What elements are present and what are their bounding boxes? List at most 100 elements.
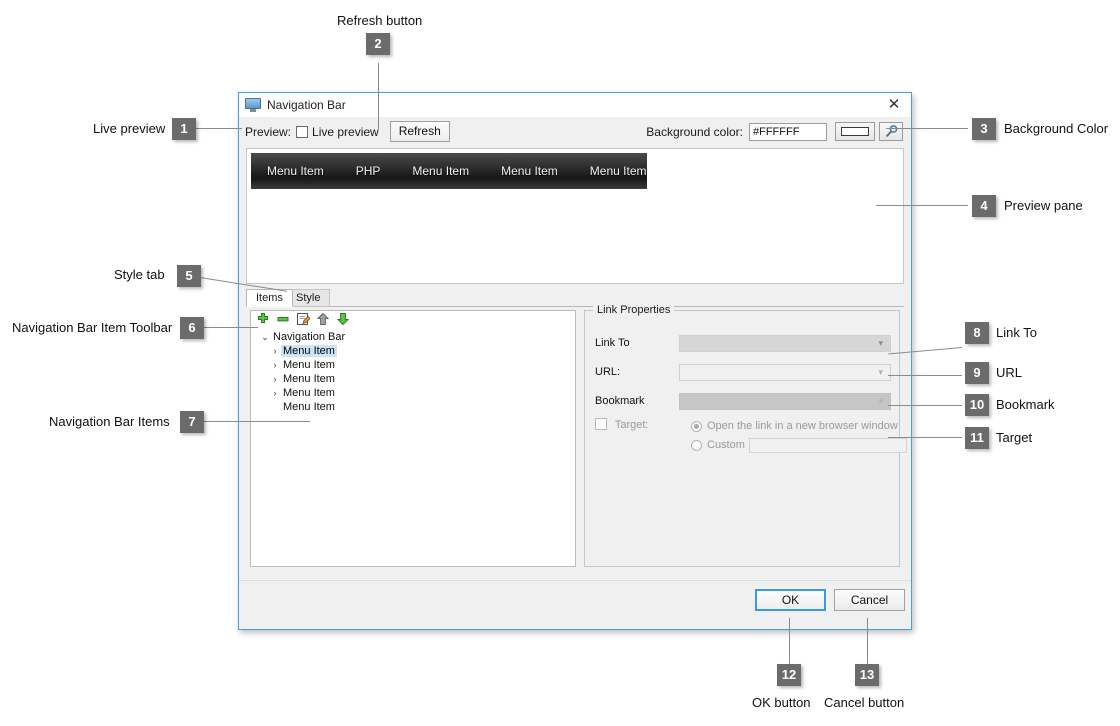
callout-label-11: Target	[996, 430, 1033, 445]
navigation-bar-item-toolbar	[250, 310, 576, 327]
callout-label-8: Link To	[996, 325, 1037, 340]
callout-label-9: URL	[996, 365, 1023, 380]
callout-badge-9: 9	[965, 362, 989, 384]
move-down-icon[interactable]	[336, 312, 350, 326]
background-color-input[interactable]	[749, 122, 827, 141]
items-panel: ⌄ Navigation Bar › Menu Item › Menu Item…	[250, 310, 576, 567]
cancel-button[interactable]: Cancel	[834, 589, 905, 611]
preview-label: Preview:	[245, 124, 292, 139]
callout-label-12: OK button	[752, 695, 811, 710]
tree-row-root[interactable]: ⌄ Navigation Bar	[251, 330, 575, 344]
preview-menu-item: Menu Item	[267, 164, 324, 178]
dialog-title: Navigation Bar	[267, 98, 346, 112]
edit-icon[interactable]	[296, 312, 311, 326]
chevron-right-icon[interactable]: ›	[269, 374, 281, 384]
navigation-bar-items-tree[interactable]: ⌄ Navigation Bar › Menu Item › Menu Item…	[250, 326, 576, 567]
callout-badge-13: 13	[855, 664, 879, 686]
tree-row[interactable]: › Menu Item	[251, 372, 575, 386]
eyedropper-icon[interactable]	[879, 122, 903, 141]
callout-badge-4: 4	[972, 195, 996, 217]
callout-badge-6: 6	[180, 317, 204, 339]
refresh-button[interactable]: Refresh	[389, 121, 450, 142]
target-new-window-option[interactable]: Open the link in a new browser window	[691, 418, 907, 434]
chevron-right-icon[interactable]: ›	[269, 360, 281, 370]
live-preview-checkbox[interactable]	[296, 125, 309, 138]
bookmark-label: Bookmark	[595, 395, 645, 407]
radio-custom[interactable]	[691, 439, 702, 451]
link-to-row: Link To ▾	[595, 333, 891, 353]
callout-line-7	[204, 421, 310, 422]
navigation-bar-dialog: Navigation Bar ✕ Preview: Live preview R…	[238, 92, 912, 630]
radio-new-window[interactable]	[691, 420, 702, 432]
tree-item-label: Menu Item	[283, 387, 335, 399]
preview-menu-item: Menu Item	[501, 164, 558, 178]
close-icon[interactable]: ✕	[877, 93, 911, 116]
ok-button[interactable]: OK	[755, 589, 826, 611]
url-combobox[interactable]: ▾	[679, 363, 891, 381]
callout-badge-1: 1	[172, 118, 196, 140]
callout-label-7: Navigation Bar Items	[49, 414, 170, 429]
add-icon[interactable]	[256, 312, 270, 326]
live-preview-label: Live preview	[312, 124, 379, 139]
link-properties-title: Link Properties	[593, 304, 675, 316]
link-properties-group: Link Properties Link To ▾ URL: ▾ Bookmar…	[584, 304, 907, 567]
radio-custom-label: Custom	[707, 439, 745, 451]
callout-line-12	[789, 618, 790, 664]
callout-badge-8: 8	[965, 322, 989, 344]
background-color-label: Background color:	[646, 124, 743, 139]
callout-badge-11: 11	[965, 427, 989, 449]
callout-label-6: Navigation Bar Item Toolbar	[12, 320, 173, 335]
chevron-down-icon: ▾	[878, 395, 883, 406]
callout-line-1	[196, 128, 242, 129]
link-to-label: Link To	[595, 337, 630, 349]
tree-row[interactable]: › Menu Item	[251, 386, 575, 400]
tabstrip: Items Style	[246, 289, 904, 307]
link-to-dropdown[interactable]: ▾	[679, 334, 891, 352]
target-label: Target:	[614, 419, 649, 431]
chevron-right-icon[interactable]: ›	[269, 346, 281, 356]
callout-line-4	[876, 205, 968, 206]
tree-item-label: Navigation Bar	[273, 331, 346, 343]
callout-label-1: Live preview	[93, 121, 166, 136]
callout-line-3	[886, 128, 968, 129]
url-row: URL: ▾	[595, 362, 891, 382]
custom-target-input[interactable]	[748, 437, 907, 453]
chevron-down-icon[interactable]: ⌄	[259, 332, 271, 343]
bookmark-row: Bookmark ▾	[595, 391, 891, 411]
tree-item-label: Menu Item	[283, 373, 335, 385]
chevron-down-icon: ▾	[878, 337, 883, 348]
url-label: URL:	[595, 366, 621, 378]
preview-pane: Menu Item PHP Menu Item Menu Item Menu I…	[246, 148, 904, 284]
callout-line-11	[888, 437, 962, 438]
chevron-right-icon[interactable]: ›	[269, 388, 281, 398]
tree-item-label: Menu Item	[283, 359, 335, 371]
callout-label-2: Refresh button	[337, 13, 423, 28]
remove-icon[interactable]	[276, 312, 290, 326]
callout-label-5: Style tab	[114, 267, 165, 282]
monitor-icon	[245, 98, 261, 112]
preview-menu-item: PHP	[355, 164, 381, 178]
callout-badge-7: 7	[180, 411, 204, 433]
preview-menu-item: Menu Item	[412, 164, 470, 178]
bookmark-dropdown[interactable]: ▾	[679, 392, 891, 410]
callout-label-13: Cancel button	[824, 695, 905, 710]
color-swatch-button[interactable]	[835, 122, 875, 141]
callout-badge-3: 3	[972, 118, 996, 140]
navbar-preview: Menu Item PHP Menu Item Menu Item Menu I…	[251, 153, 647, 189]
target-checkbox[interactable]	[595, 418, 607, 430]
tree-row[interactable]: › Menu Item	[251, 358, 575, 372]
chevron-down-icon: ▾	[878, 366, 883, 377]
callout-badge-12: 12	[777, 664, 801, 686]
callout-line-9	[888, 375, 962, 376]
tree-row[interactable]: Menu Item	[251, 400, 575, 414]
callout-label-10: Bookmark	[996, 397, 1055, 412]
callout-label-3: Background Color	[1004, 121, 1109, 136]
callout-line-13	[867, 618, 868, 664]
callout-badge-5: 5	[177, 265, 201, 287]
tree-row[interactable]: › Menu Item	[251, 344, 575, 358]
callout-badge-2: 2	[366, 33, 390, 55]
move-up-icon[interactable]	[316, 312, 330, 326]
preview-toolstrip: Preview: Live preview Refresh Background…	[239, 117, 911, 146]
callout-badge-10: 10	[965, 394, 989, 416]
target-custom-option[interactable]: Custom	[691, 437, 907, 453]
